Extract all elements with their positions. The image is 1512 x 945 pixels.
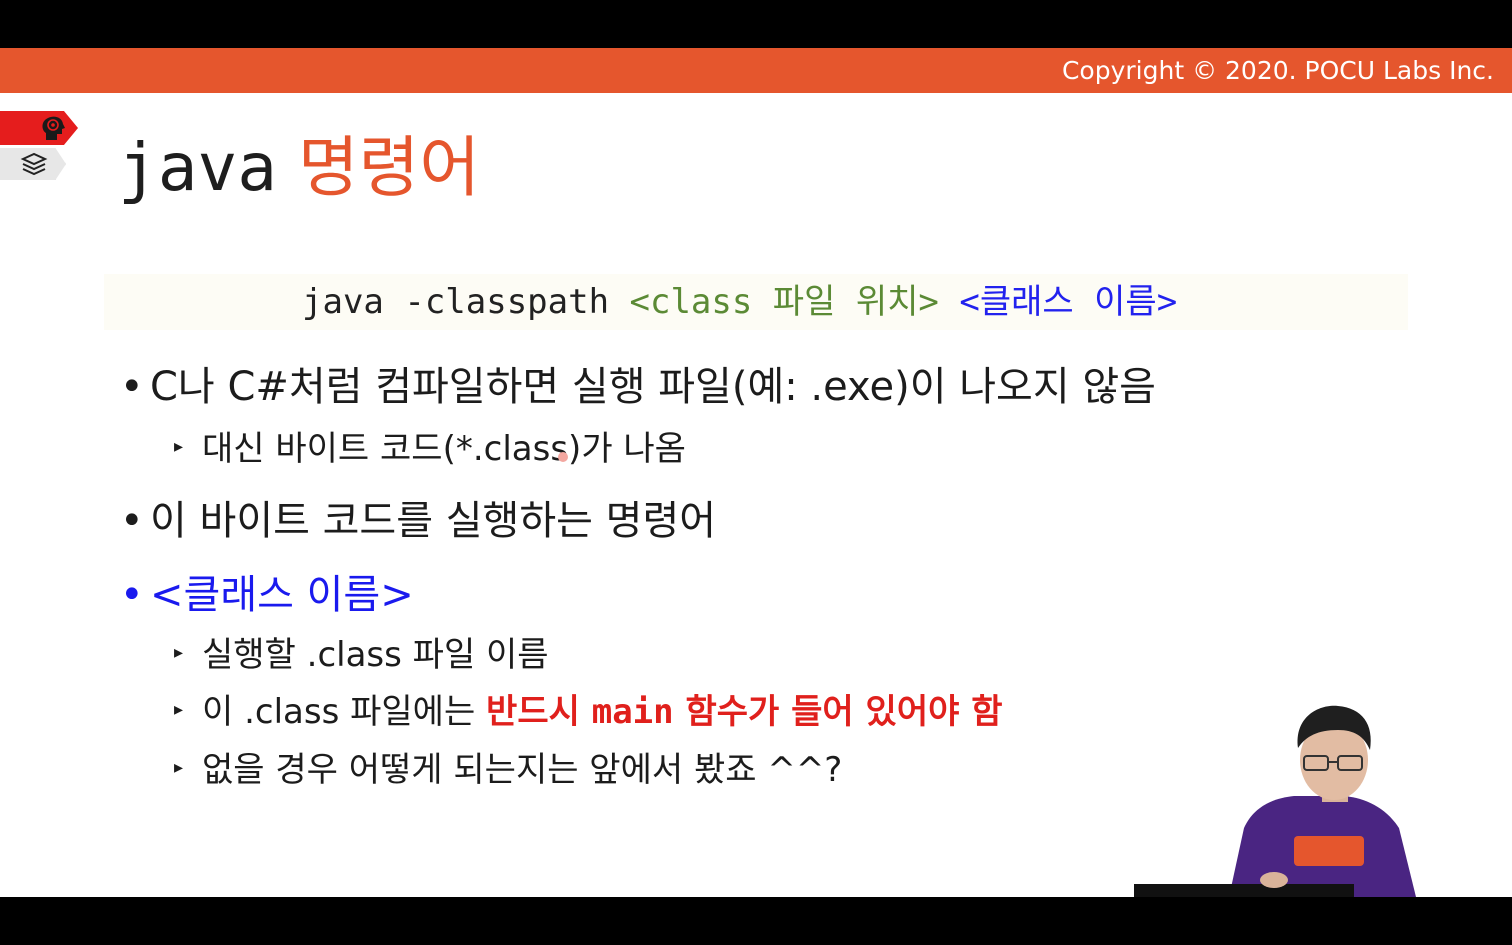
sub-bullet-text: 대신 바이트 코드(*.class)가 나옴 [202, 429, 686, 469]
header-bar: Copyright © 2020. POCU Labs Inc. [0, 48, 1512, 93]
bullet-marker: • [120, 572, 144, 618]
emphasis-text: 반드시 [486, 692, 592, 732]
emphasis-code: main [591, 692, 674, 732]
sub-marker: ▸ [174, 641, 184, 663]
copyright-text: Copyright © 2020. POCU Labs Inc. [1061, 56, 1494, 85]
sub-marker: ▸ [174, 698, 184, 720]
bullet-text: 이 바이트 코드를 실행하는 명령어 [150, 498, 717, 544]
code-arg-classname: <클래스 이름> [959, 282, 1178, 322]
sub-bullet-3: ▸ 이 .class 파일에는 반드시 main 함수가 들어 있어야 함 [174, 691, 1003, 735]
code-arg-classpath: <class 파일 위치> [629, 282, 939, 322]
sub-bullet-text: 실행할 .class 파일 이름 [202, 635, 549, 675]
sub-bullet-4: ▸ 없을 경우 어떻게 되는지는 앞에서 봤죠 ^^? [174, 749, 842, 793]
sub-bullet-text: 없을 경우 어떻게 되는지는 앞에서 봤죠 ^^? [202, 750, 843, 790]
slide-title: java 명령어 [118, 132, 480, 204]
bullet-marker: • [120, 364, 144, 410]
title-korean: 명령어 [297, 129, 481, 206]
title-code: java [118, 129, 277, 206]
code-line: java -classpath <class 파일 위치> <클래스 이름> [302, 282, 1177, 322]
bullet-text: C나 C#처럼 컴파일하면 실행 파일(예: .exe)이 나오지 않음 [150, 364, 1156, 410]
sub-marker: ▸ [174, 435, 184, 457]
bullet-2: • 이 바이트 코드를 실행하는 명령어 [120, 497, 716, 545]
emphasis-text-2: 함수가 들어 있어야 함 [673, 692, 1003, 732]
sub-bullet-2: ▸ 실행할 .class 파일 이름 [174, 634, 549, 678]
presenter-video [1134, 698, 1512, 897]
bullet-marker: • [120, 498, 144, 544]
pointer-cursor [558, 452, 568, 462]
sub-bullet-1: ▸ 대신 바이트 코드(*.class)가 나옴 [174, 428, 686, 472]
bullet-1: • C나 C#처럼 컴파일하면 실행 파일(예: .exe)이 나오지 않음 [120, 363, 1156, 411]
bullet-text: <클래스 이름> [150, 572, 414, 618]
code-command: java -classpath [302, 282, 630, 322]
bullet-3: • <클래스 이름> [120, 571, 414, 619]
sub-bullet-text: 이 .class 파일에는 [202, 692, 487, 732]
slide-frame: Copyright © 2020. POCU Labs Inc. java 명령… [0, 48, 1512, 897]
brain-icon [42, 116, 65, 140]
sub-marker: ▸ [174, 756, 184, 778]
books-icon [20, 152, 48, 176]
